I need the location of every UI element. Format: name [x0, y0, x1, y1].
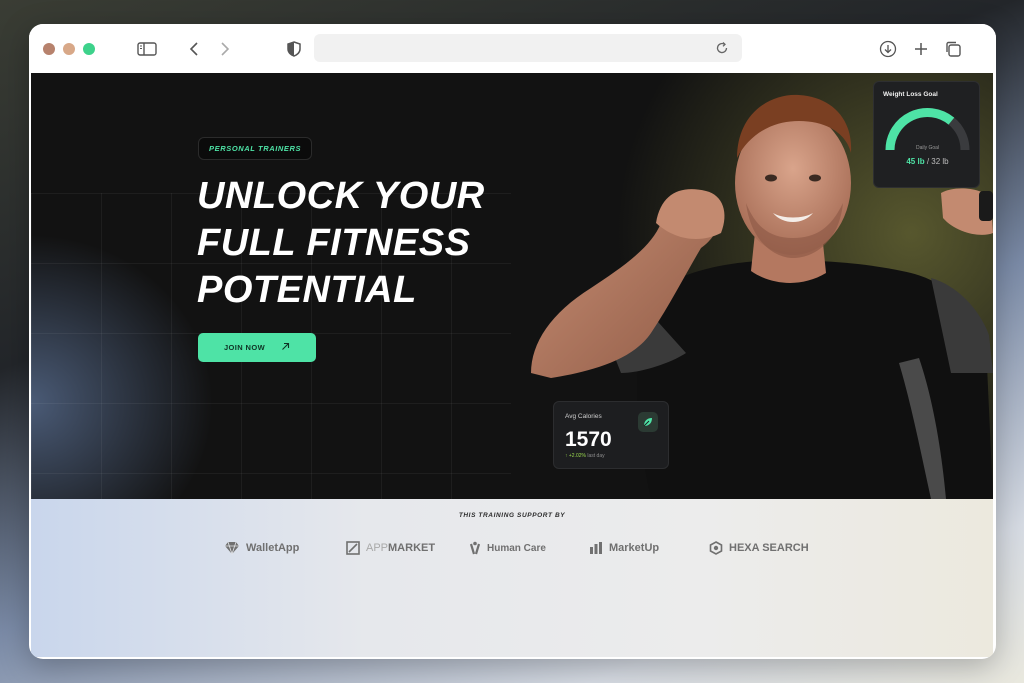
- shield-icon[interactable]: [283, 38, 305, 60]
- target-weight: 32 lb: [931, 157, 949, 166]
- forward-arrow-icon[interactable]: [214, 38, 236, 60]
- hero-badge: PERSONAL TRAINERS: [198, 137, 313, 160]
- headline-line-3: POTENTIAL: [197, 269, 417, 311]
- browser-window: PERSONAL TRAINERS UNLOCK YOUR FULL FITNE…: [29, 24, 996, 659]
- current-weight: 45 lb: [906, 157, 925, 166]
- weight-card-title: Weight Loss Goal: [883, 91, 938, 98]
- tab-overview-icon[interactable]: [942, 38, 964, 60]
- hexa-search-icon: [709, 541, 723, 555]
- bar-chart-icon: [590, 542, 602, 554]
- trend-up-icon: ↑: [565, 453, 568, 459]
- browser-toolbar: [29, 24, 996, 73]
- join-now-label: JOIN NOW: [223, 343, 266, 352]
- calories-delta-value: +2.02%: [568, 453, 586, 459]
- hero-headline: UNLOCK YOUR FULL FITNESS POTENTIAL: [197, 173, 527, 314]
- walletapp-name: WalletApp: [246, 542, 300, 554]
- arrow-up-right-icon: [281, 342, 290, 353]
- walletapp-logo[interactable]: WalletApp: [224, 539, 299, 557]
- join-now-button[interactable]: JOIN NOW: [198, 333, 316, 362]
- weight-loss-goal-card: Weight Loss Goal Daily Goal 45 lb / 32 l…: [873, 81, 980, 188]
- close-window-button[interactable]: [43, 43, 55, 55]
- human-care-logo[interactable]: Human Care: [469, 539, 546, 557]
- calories-delta-suffix: last day: [587, 453, 605, 459]
- marketup-name: MarketUp: [609, 542, 660, 554]
- appmarket-name: MARKET: [388, 542, 436, 554]
- gauge-label: Daily Goal: [915, 145, 940, 151]
- hero-section: PERSONAL TRAINERS UNLOCK YOUR FULL FITNE…: [31, 73, 993, 499]
- sidebar-toggle-icon[interactable]: [136, 38, 158, 60]
- address-bar[interactable]: [314, 34, 742, 62]
- appmarket-logo[interactable]: APPMARKET: [346, 539, 435, 557]
- headline-line-1: UNLOCK YOUR: [197, 175, 485, 217]
- download-icon[interactable]: [877, 38, 899, 60]
- maximize-window-button[interactable]: [83, 43, 95, 55]
- calories-value: 1570: [565, 428, 612, 451]
- reload-icon[interactable]: [712, 38, 732, 58]
- weight-separator: /: [926, 157, 930, 166]
- calories-delta: ↑ +2.02% last day: [565, 453, 605, 459]
- appmarket-icon: [346, 541, 360, 555]
- marketup-logo[interactable]: MarketUp: [589, 539, 659, 557]
- hexa-search-logo[interactable]: HEXA SEARCH: [709, 539, 809, 557]
- human-care-icon: [469, 541, 481, 555]
- hexa-search-name: HEXA SEARCH: [729, 542, 809, 554]
- calories-label: Avg Calories: [565, 413, 602, 420]
- appmarket-prefix: APP: [366, 542, 389, 554]
- leaf-icon: [638, 412, 658, 432]
- sponsors-caption: THIS TRAINING SUPPORT BY: [458, 512, 566, 519]
- weight-values: 45 lb / 32 lb: [874, 157, 981, 166]
- headline-line-2: FULL FITNESS: [197, 222, 471, 264]
- heart-diamond-icon: [225, 541, 239, 555]
- sponsors-section: THIS TRAINING SUPPORT BY WalletApp APPMA…: [31, 499, 993, 657]
- minimize-window-button[interactable]: [63, 43, 75, 55]
- back-arrow-icon[interactable]: [183, 38, 205, 60]
- new-tab-icon[interactable]: [910, 38, 932, 60]
- avg-calories-card: Avg Calories 1570 ↑ +2.02% last day: [553, 401, 669, 469]
- human-care-name: Human Care: [487, 542, 546, 554]
